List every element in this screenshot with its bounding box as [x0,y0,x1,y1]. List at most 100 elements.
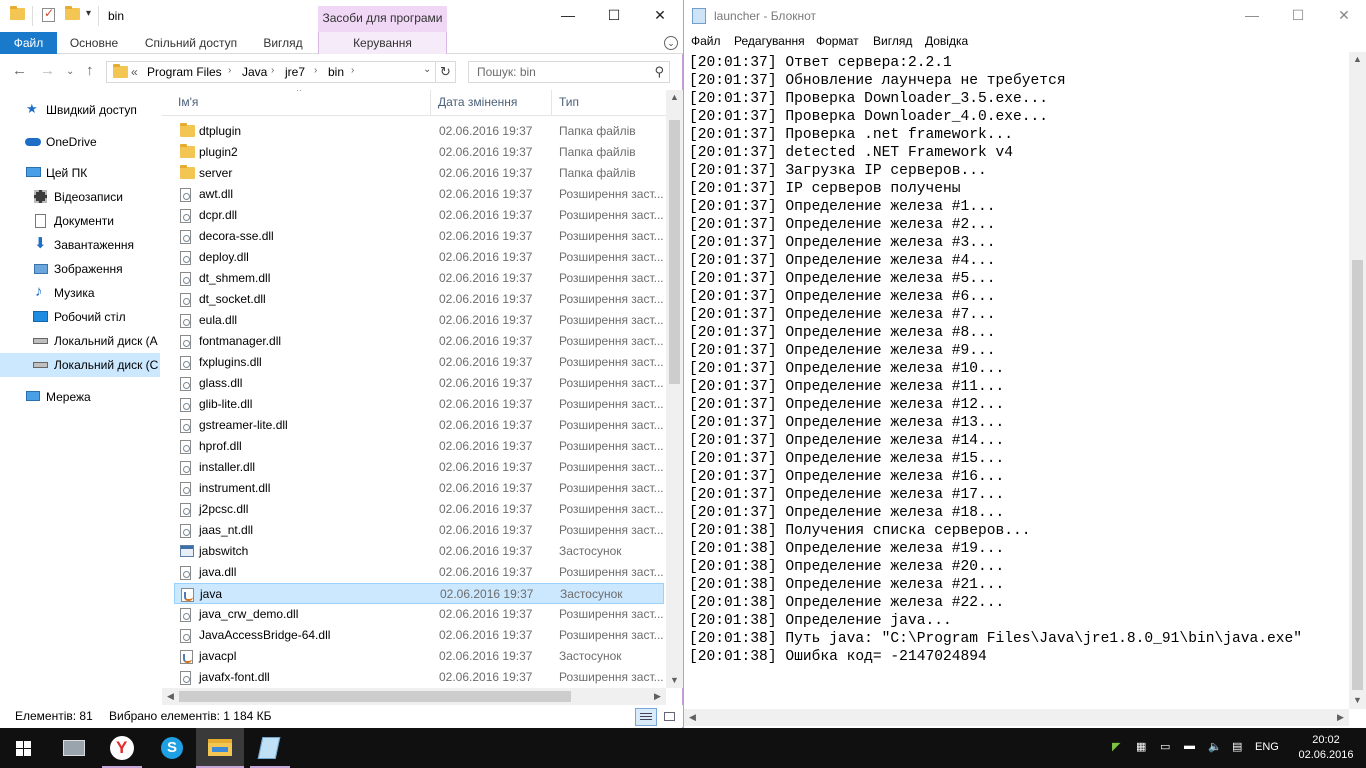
task-view-app-icon[interactable] [50,728,98,768]
column-divider[interactable] [551,90,552,116]
tab-home[interactable]: Основне [58,32,130,54]
nvidia-tray-icon[interactable]: ◤ [1112,740,1120,753]
scroll-up-arrow-icon[interactable]: ▲ [666,92,683,102]
tab-share[interactable]: Спільний доступ [130,32,252,54]
nav-network[interactable]: Мережа [0,385,160,409]
chevron-right-icon[interactable]: › [351,65,354,76]
breadcrumb-jre7[interactable]: jre7 [285,65,305,79]
nav-pictures[interactable]: Зображення [0,257,160,281]
file-row[interactable]: gstreamer-lite.dll 02.06.2016 19:37 Розшир… [174,415,664,436]
new-folder-icon[interactable] [65,6,80,23]
file-row[interactable]: javacpl 02.06.2016 19:37 Застосунок [174,646,664,667]
address-dropdown-icon[interactable]: ⌄ [423,64,431,75]
qat-dropdown-icon[interactable]: ▾ [86,8,91,19]
file-row[interactable]: jabswitch 02.06.2016 19:37 Застосунок [174,541,664,562]
file-row[interactable]: deploy.dll 02.06.2016 19:37 Розширення зас… [174,247,664,268]
input-language[interactable]: ENG [1255,741,1279,753]
file-row[interactable]: dt_shmem.dll 02.06.2016 19:37 Розширення з… [174,268,664,289]
file-row[interactable]: plugin2 02.06.2016 19:37 Папка файлів [174,142,664,163]
tab-manage[interactable]: Керування [318,32,447,54]
details-view-icon[interactable] [635,708,657,726]
file-list-horizontal-scrollbar[interactable]: ◀ ▶ [162,688,666,705]
skype-icon[interactable]: S [148,728,196,768]
chevron-right-icon[interactable]: › [228,65,231,76]
nav-desktop[interactable]: Робочий стіл [0,305,160,329]
nav-onedrive[interactable]: OneDrive [0,130,160,154]
column-type[interactable]: Тип [559,95,579,109]
file-row[interactable]: dtplugin 02.06.2016 19:37 Папка файлів [174,121,664,142]
file-row[interactable]: instrument.dll 02.06.2016 19:37 Розширення… [174,478,664,499]
file-row[interactable]: javafx-font.dll 02.06.2016 19:37 Розширенн… [174,667,664,688]
file-row[interactable]: jaas_nt.dll 02.06.2016 19:37 Розширення за… [174,520,664,541]
editor-horizontal-scrollbar[interactable]: ◀ ▶ [684,709,1349,726]
scroll-down-arrow-icon[interactable]: ▼ [1349,695,1366,705]
scroll-thumb[interactable] [1352,260,1363,690]
scroll-thumb[interactable] [179,691,571,702]
menu-view[interactable]: Вигляд [873,34,912,48]
scroll-down-arrow-icon[interactable]: ▼ [666,675,683,685]
column-divider[interactable] [430,90,431,116]
file-row[interactable]: awt.dll 02.06.2016 19:37 Розширення заст..… [174,184,664,205]
maximize-button[interactable]: ☐ [1275,0,1321,32]
editor-vertical-scrollbar[interactable]: ▲ ▼ [1349,52,1366,709]
battery-tray-icon[interactable]: ▬ [1184,740,1195,752]
text-editor-area[interactable]: [20:01:37] Ответ сервера:2.2.1 [20:01:37]… [689,54,1345,709]
file-row[interactable]: installer.dll 02.06.2016 19:37 Розширення … [174,457,664,478]
chevron-right-icon[interactable]: › [271,65,274,76]
file-row[interactable]: JavaAccessBridge-64.dll 02.06.2016 19:37 Р… [174,625,664,646]
nav-music[interactable]: ♪ Музика [0,281,160,305]
scroll-left-arrow-icon[interactable]: ◀ [162,691,179,702]
nav-drive-a[interactable]: Локальний диск (A [0,329,160,353]
large-icons-view-icon[interactable] [660,708,680,726]
scroll-thumb[interactable] [669,120,680,384]
recent-locations-icon[interactable]: ⌄ [66,66,74,77]
chevron-right-icon[interactable]: › [314,65,317,76]
minimize-button[interactable]: — [1229,0,1275,32]
tab-file[interactable]: Файл [0,32,57,54]
file-row[interactable]: decora-sse.dll 02.06.2016 19:37 Розширення… [174,226,664,247]
breadcrumb-overflow[interactable]: « [131,65,138,79]
menu-edit[interactable]: Редагування [734,34,805,48]
network-tray-icon[interactable]: ▭ [1160,740,1170,753]
scroll-right-arrow-icon[interactable]: ▶ [649,691,666,702]
notepad-app-icon[interactable] [246,728,294,768]
up-arrow-icon[interactable]: ↑ [86,62,94,79]
column-date-modified[interactable]: Дата змінення [438,95,517,109]
scroll-left-arrow-icon[interactable]: ◀ [684,712,701,723]
file-explorer-icon[interactable] [196,728,244,768]
file-row[interactable]: glib-lite.dll 02.06.2016 19:37 Розширення … [174,394,664,415]
properties-icon[interactable] [42,6,55,25]
column-name[interactable]: Ім'я [178,95,198,109]
nav-this-pc[interactable]: Цей ПК [0,161,160,185]
forward-arrow-icon[interactable]: → [40,62,55,79]
menu-format[interactable]: Формат [816,34,859,48]
file-row[interactable]: glass.dll 02.06.2016 19:37 Розширення заст… [174,373,664,394]
breadcrumb-bin[interactable]: bin [328,65,344,79]
tray-app-icon[interactable]: ▦ [1136,740,1146,753]
maximize-button[interactable]: ☐ [591,0,637,32]
breadcrumb-program-files[interactable]: Program Files [147,65,222,79]
menu-help[interactable]: Довідка [925,34,968,48]
file-row[interactable]: server 02.06.2016 19:37 Папка файлів [174,163,664,184]
scroll-up-arrow-icon[interactable]: ▲ [1349,54,1366,64]
file-row[interactable]: java.dll 02.06.2016 19:37 Розширення заст.… [174,562,664,583]
menu-file[interactable]: Файл [691,34,721,48]
clock[interactable]: 20:02 02.06.2016 [1296,733,1356,763]
file-row[interactable]: dt_socket.dll 02.06.2016 19:37 Розширення … [174,289,664,310]
yandex-browser-icon[interactable]: Y [98,728,146,768]
close-button[interactable]: ✕ [637,0,683,32]
file-row[interactable]: fontmanager.dll 02.06.2016 19:37 Розширенн… [174,331,664,352]
file-row[interactable]: java 02.06.2016 19:37 Застосунок [174,583,664,604]
file-row[interactable]: hprof.dll 02.06.2016 19:37 Розширення заст… [174,436,664,457]
close-button[interactable]: ✕ [1321,0,1366,32]
file-row[interactable]: fxplugins.dll 02.06.2016 19:37 Розширення … [174,352,664,373]
back-arrow-icon[interactable]: ← [12,62,27,79]
nav-documents[interactable]: Документи [0,209,160,233]
notifications-icon[interactable]: ▤ [1232,740,1242,753]
breadcrumb-java[interactable]: Java [242,65,267,79]
refresh-button[interactable]: ↻ [436,61,456,83]
address-bar[interactable]: « Program Files › Java › jre7 › bin › ⌄ [106,61,436,83]
nav-videos[interactable]: Відеозаписи [0,185,160,209]
scroll-right-arrow-icon[interactable]: ▶ [1332,712,1349,723]
nav-drive-c[interactable]: Локальний диск (C [0,353,160,377]
